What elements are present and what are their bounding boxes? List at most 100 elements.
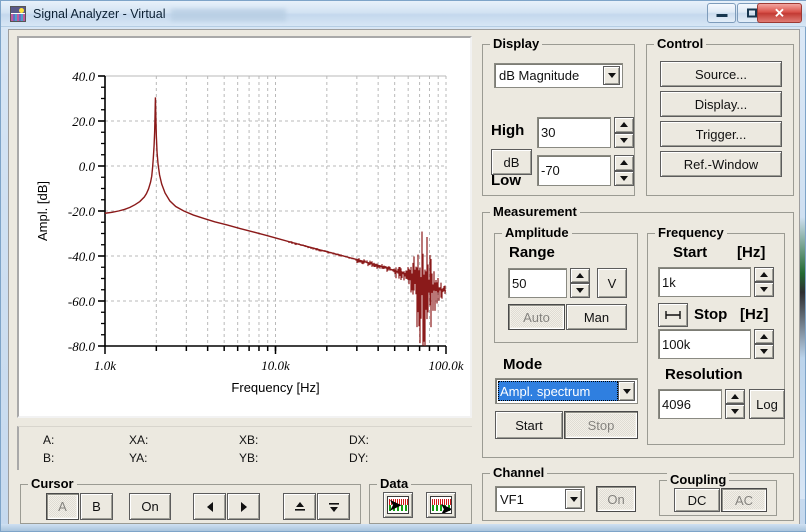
frequency-group: Frequency Start [Hz] 1k Stop [Hz] 100k R… xyxy=(647,225,785,445)
spinner-up-icon[interactable] xyxy=(614,117,634,133)
display-low-spinner[interactable] xyxy=(614,155,634,186)
span-icon-button[interactable] xyxy=(658,303,688,327)
display-mode-combo[interactable]: dB Magnitude xyxy=(494,63,623,88)
display-high-value: 30 xyxy=(541,125,556,140)
spinner-up-icon[interactable] xyxy=(754,329,774,344)
data-group: Data ➤ ➤ xyxy=(369,476,472,524)
coupling-ac-button[interactable]: AC xyxy=(721,488,767,512)
channel-on-button[interactable]: On xyxy=(596,486,636,512)
frequency-group-legend: Frequency xyxy=(655,225,727,240)
spinner-down-icon[interactable] xyxy=(725,404,745,419)
data-import-icon: ➤ xyxy=(387,496,409,514)
close-button[interactable]: ✕ xyxy=(757,3,802,23)
amplitude-group-legend: Amplitude xyxy=(502,225,572,240)
channel-combo[interactable]: VF1 xyxy=(495,486,585,512)
amplitude-group: Amplitude Range 50 V Auto Man xyxy=(494,225,638,343)
readout-dy-label: DY: xyxy=(349,451,369,465)
cursor-on-button[interactable]: On xyxy=(129,493,171,520)
spinner-down-icon[interactable] xyxy=(614,132,634,148)
client-area: 40.0 20.0 0.0 -20.0 -40.0 -60.0 -80.0 1.0k 10.0k… xyxy=(8,29,800,526)
resolution-spinner[interactable] xyxy=(725,389,745,419)
resolution-input[interactable]: 4096 xyxy=(658,389,722,419)
source-button-label: Source... xyxy=(694,66,748,82)
channel-group: Channel VF1 On Coupling DC AC xyxy=(482,465,794,521)
mode-label: Mode xyxy=(503,356,543,373)
close-icon: ✕ xyxy=(774,5,785,21)
display-high-input[interactable]: 30 xyxy=(537,117,611,148)
man-button-label: Man xyxy=(583,309,610,325)
range-value: 50 xyxy=(512,275,527,291)
svg-text:10.0k: 10.0k xyxy=(261,358,290,373)
range-spinner[interactable] xyxy=(570,268,590,298)
data-export-button[interactable]: ➤ xyxy=(426,492,456,518)
trigger-button[interactable]: Trigger... xyxy=(660,121,782,147)
stop-button[interactable]: Stop xyxy=(564,411,638,439)
display-high-spinner[interactable] xyxy=(614,117,634,148)
auto-button[interactable]: Auto xyxy=(508,304,565,330)
log-button[interactable]: Log xyxy=(749,389,785,419)
trigger-button-label: Trigger... xyxy=(695,126,747,142)
display-low-input[interactable]: -70 xyxy=(537,155,611,186)
spinner-up-icon[interactable] xyxy=(570,268,590,283)
start-button[interactable]: Start xyxy=(495,411,563,439)
freq-stop-input[interactable]: 100k xyxy=(658,329,751,359)
resolution-label: Resolution xyxy=(665,366,743,383)
man-button[interactable]: Man xyxy=(566,304,627,330)
cursor-peak-up-button[interactable] xyxy=(283,493,316,520)
freq-start-spinner[interactable] xyxy=(754,267,774,297)
cursor-readout: A: XA: XB: DX: B: YA: YB: DY: xyxy=(17,426,472,470)
control-group-legend: Control xyxy=(654,36,707,51)
coupling-group: Coupling DC AC xyxy=(659,472,777,516)
svg-text:Frequency [Hz]: Frequency [Hz] xyxy=(231,380,319,395)
data-import-button[interactable]: ➤ xyxy=(383,492,413,518)
chevron-down-icon[interactable] xyxy=(565,489,582,509)
freq-start-value: 1k xyxy=(662,274,676,290)
display-group: Display dB Magnitude High 30 dB Low -70 xyxy=(482,36,635,196)
coupling-dc-button[interactable]: DC xyxy=(674,488,720,512)
log-button-label: Log xyxy=(756,396,778,412)
signal-analyzer-icon xyxy=(10,6,26,22)
freq-stop-value: 100k xyxy=(662,336,691,352)
display-dialog-button-label: Display... xyxy=(694,96,748,112)
unit-volt-label: V xyxy=(607,275,617,291)
readout-a-label: A: xyxy=(43,433,55,447)
readout-dx-label: DX: xyxy=(349,433,370,447)
cursor-peak-down-button[interactable] xyxy=(317,493,350,520)
ref-window-button[interactable]: Ref.-Window xyxy=(660,151,782,177)
range-input[interactable]: 50 xyxy=(508,268,567,298)
coupling-group-legend: Coupling xyxy=(667,472,730,487)
cursor-right-button[interactable] xyxy=(227,493,260,520)
mode-combo[interactable]: Ampl. spectrum xyxy=(495,378,638,404)
source-button[interactable]: Source... xyxy=(660,61,782,87)
chevron-down-icon[interactable] xyxy=(603,66,620,85)
resolution-value: 4096 xyxy=(662,396,691,412)
title-bar[interactable]: Signal Analyzer - Virtual ✕ xyxy=(1,1,806,27)
chevron-down-icon[interactable] xyxy=(618,381,635,401)
cursor-a-button[interactable]: A xyxy=(46,493,79,520)
cursor-group-legend: Cursor xyxy=(28,476,77,491)
minimize-button[interactable] xyxy=(707,3,736,23)
span-icon xyxy=(665,311,681,319)
spinner-down-icon[interactable] xyxy=(754,344,774,359)
spinner-down-icon[interactable] xyxy=(754,282,774,297)
readout-xb-label: XB: xyxy=(239,433,259,447)
freq-start-input[interactable]: 1k xyxy=(658,267,751,297)
control-group: Control Source... Display... Trigger... … xyxy=(646,36,794,196)
freq-start-unit: [Hz] xyxy=(737,244,766,261)
spinner-down-icon[interactable] xyxy=(570,283,590,298)
display-dialog-button[interactable]: Display... xyxy=(660,91,782,117)
coupling-dc-label: DC xyxy=(687,492,707,508)
spinner-up-icon[interactable] xyxy=(614,155,634,171)
spinner-up-icon[interactable] xyxy=(725,389,745,404)
spinner-down-icon[interactable] xyxy=(614,170,634,186)
svg-text:-60.0: -60.0 xyxy=(68,294,96,309)
mode-value: Ampl. spectrum xyxy=(498,381,618,401)
unit-volt-button[interactable]: V xyxy=(597,268,627,298)
left-arrow-icon xyxy=(206,501,213,512)
cursor-left-button[interactable] xyxy=(193,493,226,520)
cursor-b-button[interactable]: B xyxy=(80,493,113,520)
spinner-up-icon[interactable] xyxy=(754,267,774,282)
freq-stop-spinner[interactable] xyxy=(754,329,774,359)
spectrum-plot[interactable]: 40.0 20.0 0.0 -20.0 -40.0 -60.0 -80.0 1.0k 10.0k… xyxy=(17,36,472,418)
channel-group-legend: Channel xyxy=(490,465,548,480)
